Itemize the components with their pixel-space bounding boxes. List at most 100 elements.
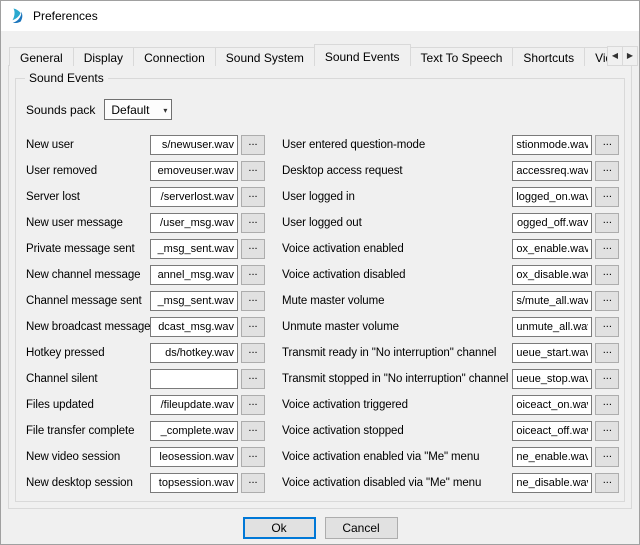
sound-file-input[interactable]	[512, 161, 592, 181]
sound-file-input[interactable]	[150, 317, 238, 337]
browse-button[interactable]: ...	[595, 447, 619, 467]
sound-event-label: Voice activation disabled	[282, 269, 512, 281]
sound-event-row: New user...	[26, 132, 274, 158]
sound-file-input[interactable]	[150, 421, 238, 441]
tab-connection[interactable]: Connection	[133, 47, 216, 66]
browse-button[interactable]: ...	[241, 421, 265, 441]
sound-file-input[interactable]	[512, 395, 592, 415]
sound-events-groupbox: Sound Events Sounds pack Default ▾ New u…	[15, 78, 625, 502]
sound-file-input[interactable]	[150, 213, 238, 233]
sound-event-row: Voice activation disabled...	[282, 262, 619, 288]
sounds-pack-dropdown[interactable]: Default ▾	[104, 99, 172, 120]
browse-button[interactable]: ...	[595, 213, 619, 233]
sounds-pack-value: Default	[111, 103, 149, 117]
browse-button[interactable]: ...	[595, 265, 619, 285]
sound-event-row: User logged out...	[282, 210, 619, 236]
sound-event-label: New user	[26, 139, 150, 151]
tab-display[interactable]: Display	[73, 47, 134, 66]
sound-event-label: Channel message sent	[26, 295, 150, 307]
sound-event-label: User logged out	[282, 217, 512, 229]
browse-button[interactable]: ...	[595, 239, 619, 259]
browse-button[interactable]: ...	[241, 473, 265, 493]
sound-event-label: User logged in	[282, 191, 512, 203]
browse-button[interactable]: ...	[595, 291, 619, 311]
tab-sound-events[interactable]: Sound Events	[314, 44, 411, 66]
sounds-pack-row: Sounds pack Default ▾	[26, 99, 616, 120]
sound-file-input[interactable]	[512, 265, 592, 285]
browse-button[interactable]: ...	[241, 161, 265, 181]
title-bar: Preferences	[1, 1, 639, 31]
sound-event-row: Hotkey pressed...	[26, 340, 274, 366]
sound-file-input[interactable]	[150, 135, 238, 155]
sound-event-row: Voice activation stopped...	[282, 418, 619, 444]
browse-button[interactable]: ...	[241, 187, 265, 207]
browse-button[interactable]: ...	[241, 265, 265, 285]
browse-button[interactable]: ...	[241, 447, 265, 467]
sound-file-input[interactable]	[150, 473, 238, 493]
sound-events-right-column: User entered question-mode...Desktop acc…	[282, 132, 619, 496]
sound-file-input[interactable]	[512, 213, 592, 233]
browse-button[interactable]: ...	[595, 343, 619, 363]
sound-event-row: Mute master volume...	[282, 288, 619, 314]
browse-button[interactable]: ...	[241, 135, 265, 155]
sound-event-label: Voice activation enabled via "Me" menu	[282, 451, 512, 463]
sound-event-row: New desktop session...	[26, 470, 274, 496]
browse-button[interactable]: ...	[595, 317, 619, 337]
sound-file-input[interactable]	[150, 187, 238, 207]
browse-button[interactable]: ...	[595, 187, 619, 207]
window-title: Preferences	[33, 9, 98, 23]
sound-file-input[interactable]	[512, 291, 592, 311]
cancel-button[interactable]: Cancel	[325, 517, 398, 539]
tab-shortcuts[interactable]: Shortcuts	[512, 47, 585, 66]
ok-button[interactable]: Ok	[243, 517, 316, 539]
sound-file-input[interactable]	[512, 343, 592, 363]
sound-event-row: Server lost...	[26, 184, 274, 210]
sound-file-input[interactable]	[512, 187, 592, 207]
tab-general[interactable]: General	[9, 47, 74, 66]
browse-button[interactable]: ...	[595, 473, 619, 493]
sound-event-label: Voice activation disabled via "Me" menu	[282, 477, 512, 489]
browse-button[interactable]: ...	[241, 213, 265, 233]
tab-sound-system[interactable]: Sound System	[215, 47, 315, 66]
browse-button[interactable]: ...	[595, 395, 619, 415]
sound-file-input[interactable]	[512, 369, 592, 389]
sound-file-input[interactable]	[512, 447, 592, 467]
sound-file-input[interactable]	[512, 239, 592, 259]
sound-file-input[interactable]	[150, 447, 238, 467]
sound-file-input[interactable]	[150, 161, 238, 181]
sound-file-input[interactable]	[150, 239, 238, 259]
sound-event-label: New user message	[26, 217, 150, 229]
sound-file-input[interactable]	[512, 473, 592, 493]
tab-text-to-speech[interactable]: Text To Speech	[410, 47, 514, 66]
browse-button[interactable]: ...	[595, 369, 619, 389]
tab-pane: Sound Events Sounds pack Default ▾ New u…	[8, 65, 632, 509]
browse-button[interactable]: ...	[595, 421, 619, 441]
sound-events-columns: New user...User removed...Server lost...…	[26, 132, 616, 496]
chevron-down-icon: ▾	[163, 105, 167, 115]
sound-event-row: Voice activation enabled...	[282, 236, 619, 262]
browse-button[interactable]: ...	[241, 343, 265, 363]
browse-button[interactable]: ...	[241, 395, 265, 415]
browse-button[interactable]: ...	[241, 369, 265, 389]
sound-file-input[interactable]	[150, 369, 238, 389]
browse-button[interactable]: ...	[241, 317, 265, 337]
sound-event-row: Transmit stopped in "No interruption" ch…	[282, 366, 619, 392]
sound-file-input[interactable]	[512, 135, 592, 155]
browse-button[interactable]: ...	[595, 161, 619, 181]
sound-file-input[interactable]	[150, 265, 238, 285]
tab-scroll-right-icon[interactable]: ▶	[622, 46, 638, 66]
sound-file-input[interactable]	[512, 421, 592, 441]
sound-event-row: New broadcast message...	[26, 314, 274, 340]
sound-file-input[interactable]	[512, 317, 592, 337]
sound-event-row: Unmute master volume...	[282, 314, 619, 340]
browse-button[interactable]: ...	[241, 291, 265, 311]
browse-button[interactable]: ...	[241, 239, 265, 259]
sound-file-input[interactable]	[150, 291, 238, 311]
sound-event-label: New broadcast message	[26, 321, 150, 333]
sound-event-row: Private message sent...	[26, 236, 274, 262]
tab-scroll-left-icon[interactable]: ◀	[607, 46, 623, 66]
browse-button[interactable]: ...	[595, 135, 619, 155]
sound-event-row: New video session...	[26, 444, 274, 470]
sound-file-input[interactable]	[150, 343, 238, 363]
sound-file-input[interactable]	[150, 395, 238, 415]
